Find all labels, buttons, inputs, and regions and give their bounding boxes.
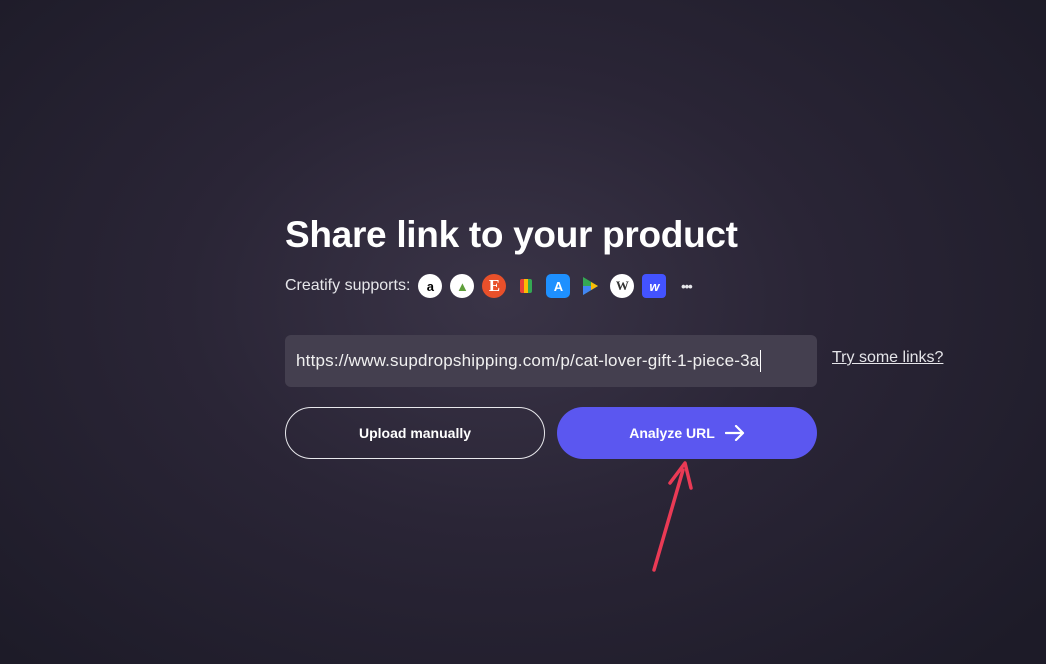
text-caret	[760, 350, 762, 372]
try-some-links-link[interactable]: Try some links?	[832, 349, 943, 367]
upload-manually-button[interactable]: Upload manually	[285, 407, 545, 459]
supported-platforms: Creatify supports: a ▲ E A W w •••	[285, 274, 698, 298]
url-input[interactable]: https://www.supdropshipping.com/p/cat-lo…	[285, 335, 817, 387]
app-store-icon: A	[546, 274, 571, 298]
upload-label: Upload manually	[358, 425, 472, 441]
page-title: Share link to your product	[285, 214, 738, 255]
google-play-icon	[578, 274, 602, 298]
arrow-right-icon	[724, 425, 744, 441]
analyze-url-button[interactable]: Analyze URL	[557, 407, 817, 459]
more-icon[interactable]: •••	[674, 274, 698, 298]
annotation-arrow	[652, 461, 693, 572]
amazon-icon: a	[418, 274, 443, 298]
supports-label: Creatify supports:	[285, 277, 411, 294]
google-shopping-icon	[514, 274, 538, 298]
url-value: https://www.supdropshipping.com/p/cat-lo…	[296, 351, 760, 370]
analyze-label: Analyze URL	[629, 425, 715, 441]
wordpress-icon: W	[610, 274, 635, 298]
webflow-icon: w	[642, 274, 667, 298]
etsy-icon: E	[482, 274, 507, 298]
shopify-icon: ▲	[450, 274, 475, 298]
